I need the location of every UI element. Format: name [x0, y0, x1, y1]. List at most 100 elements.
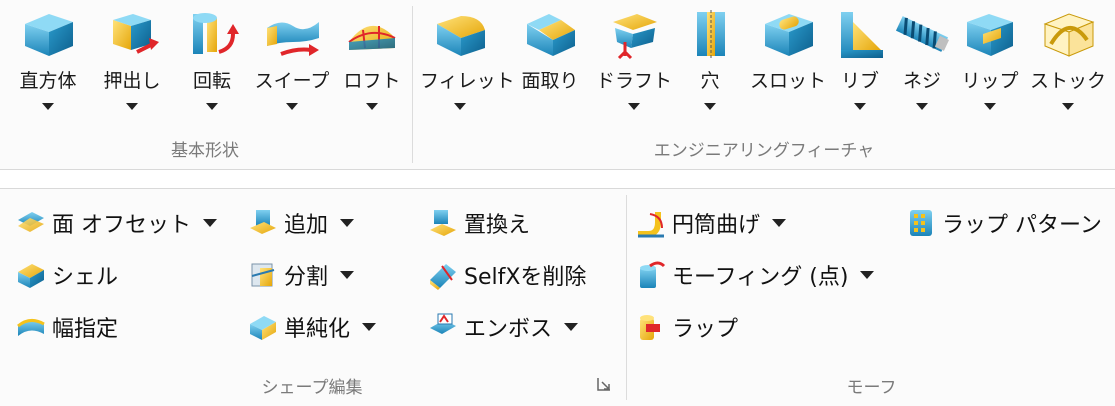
cylindrical-bend-label: 円筒曲げ: [672, 213, 761, 238]
revolve-button[interactable]: 回転: [172, 6, 252, 124]
add-label: 追加: [284, 213, 329, 238]
dialog-launcher-icon[interactable]: [596, 376, 612, 392]
rib-icon: [841, 12, 883, 58]
replace-button[interactable]: 置換え: [428, 203, 530, 243]
stock-button[interactable]: ストック: [1028, 6, 1108, 124]
morph-point-label: モーフィング (点): [672, 265, 849, 290]
cylindrical-bend-button[interactable]: 円筒曲げ: [636, 203, 787, 243]
box-label: 直方体: [19, 70, 77, 92]
simplify-button[interactable]: 単純化: [248, 307, 377, 347]
chevron-down-icon[interactable]: [854, 103, 866, 110]
morph-point-icon: [640, 261, 666, 288]
draft-button[interactable]: ドラフト: [594, 6, 674, 124]
morph-point-button[interactable]: モーフィング (点): [636, 255, 875, 295]
fillet-icon: [437, 16, 485, 56]
lip-button[interactable]: リップ: [950, 6, 1030, 124]
wrap-label: ラップ: [672, 317, 739, 342]
remove-selfx-button[interactable]: SelfXを削除: [428, 255, 586, 295]
emboss-label: エンボス: [464, 317, 553, 342]
thicken-button[interactable]: 幅指定: [16, 307, 118, 347]
split-icon: [251, 263, 275, 287]
simplify-label: 単純化: [284, 317, 351, 342]
thicken-icon: [17, 319, 45, 336]
chevron-down-icon[interactable]: [286, 103, 298, 110]
hole-icon: [697, 10, 725, 58]
draft-label: ドラフト: [595, 70, 672, 92]
loft-icon: [348, 25, 396, 50]
chevron-down-icon[interactable]: [340, 271, 355, 279]
chamfer-button[interactable]: 面取り: [510, 6, 590, 124]
wrap-pattern-label: ラップ パターン: [942, 213, 1102, 238]
thicken-label: 幅指定: [52, 317, 119, 342]
shell-label: シェル: [52, 265, 119, 290]
chevron-down-icon[interactable]: [206, 103, 218, 110]
split-label: 分割: [284, 265, 329, 290]
group-label-morph: モーフ: [846, 378, 897, 398]
chevron-down-icon[interactable]: [704, 103, 716, 110]
cylindrical-bend-icon: [638, 212, 664, 238]
wrap-button[interactable]: ラップ: [636, 307, 738, 347]
shell-icon: [18, 264, 44, 288]
split-button[interactable]: 分割: [248, 255, 355, 295]
fillet-button[interactable]: フィレット: [420, 6, 515, 124]
box-button[interactable]: 直方体: [8, 6, 88, 124]
chevron-down-icon[interactable]: [340, 219, 355, 227]
revolve-icon: [193, 13, 239, 54]
lip-label: リップ: [961, 70, 1019, 92]
lip-icon: [967, 14, 1013, 56]
draft-icon: [613, 14, 657, 60]
extrude-icon: [113, 14, 159, 54]
add-button[interactable]: 追加: [248, 203, 355, 243]
box-icon: [25, 14, 73, 56]
chevron-down-icon[interactable]: [628, 103, 640, 110]
chevron-down-icon[interactable]: [1062, 103, 1074, 110]
revolve-label: 回転: [192, 70, 231, 92]
chevron-down-icon[interactable]: [772, 219, 787, 227]
chevron-down-icon[interactable]: [42, 103, 54, 110]
chevron-down-icon[interactable]: [203, 219, 217, 227]
fillet-label: フィレット: [420, 70, 515, 92]
group-separator: [626, 195, 627, 400]
replace-icon: [430, 210, 456, 236]
chevron-down-icon[interactable]: [454, 103, 466, 110]
group-label-shape-edit: シェープ編集: [261, 378, 363, 398]
chevron-down-icon[interactable]: [916, 103, 928, 110]
chevron-down-icon[interactable]: [564, 323, 579, 331]
chevron-down-icon[interactable]: [362, 323, 377, 331]
hole-button[interactable]: 穴: [670, 6, 750, 124]
hole-label: 穴: [700, 70, 720, 92]
shell-button[interactable]: シェル: [16, 255, 118, 295]
loft-label: ロフト: [343, 70, 401, 92]
thread-icon: [895, 16, 950, 52]
sweep-label: スイープ: [254, 70, 330, 92]
face-offset-button[interactable]: 面 オフセット: [16, 203, 217, 243]
remove-selfx-icon: [430, 264, 456, 290]
group-shape-edit: 面 オフセット シェル 幅指定 追加 分割 単純化 置換え SelfXを削除 エ…: [0, 189, 624, 406]
chamfer-label: 面取り: [521, 70, 579, 92]
face-offset-label: 面 オフセット: [52, 213, 191, 238]
remove-selfx-label: SelfXを削除: [464, 265, 587, 290]
group-label-basic-shapes: 基本形状: [171, 141, 239, 161]
wrap-pattern-button[interactable]: ラップ パターン: [906, 203, 1102, 243]
wrap-icon: [640, 315, 660, 340]
stock-icon: [1043, 13, 1095, 57]
emboss-icon: [430, 313, 456, 334]
sweep-button[interactable]: スイープ: [252, 6, 332, 124]
chevron-down-icon[interactable]: [366, 103, 378, 110]
emboss-button[interactable]: エンボス: [428, 307, 579, 347]
loft-button[interactable]: ロフト: [332, 6, 412, 124]
stock-label: ストック: [1029, 70, 1106, 92]
chamfer-icon: [527, 14, 575, 56]
chevron-down-icon[interactable]: [984, 103, 996, 110]
slot-label: スロット: [749, 70, 826, 92]
chevron-down-icon[interactable]: [860, 271, 875, 279]
chevron-down-icon[interactable]: [126, 103, 138, 110]
extrude-button[interactable]: 押出し: [92, 6, 172, 124]
group-label-engineering-features: エンジニアリングフィーチャ: [653, 141, 875, 161]
slot-button[interactable]: スロット: [748, 6, 828, 124]
extrude-label: 押出し: [103, 70, 161, 92]
ribbon-top: 直方体 押出し 回転 スイープ ロフト 基本形状 フィレット 面取り ドラフト …: [0, 0, 1115, 170]
wrap-pattern-icon: [910, 210, 932, 236]
sweep-icon: [267, 22, 319, 56]
simplify-icon: [250, 316, 276, 340]
